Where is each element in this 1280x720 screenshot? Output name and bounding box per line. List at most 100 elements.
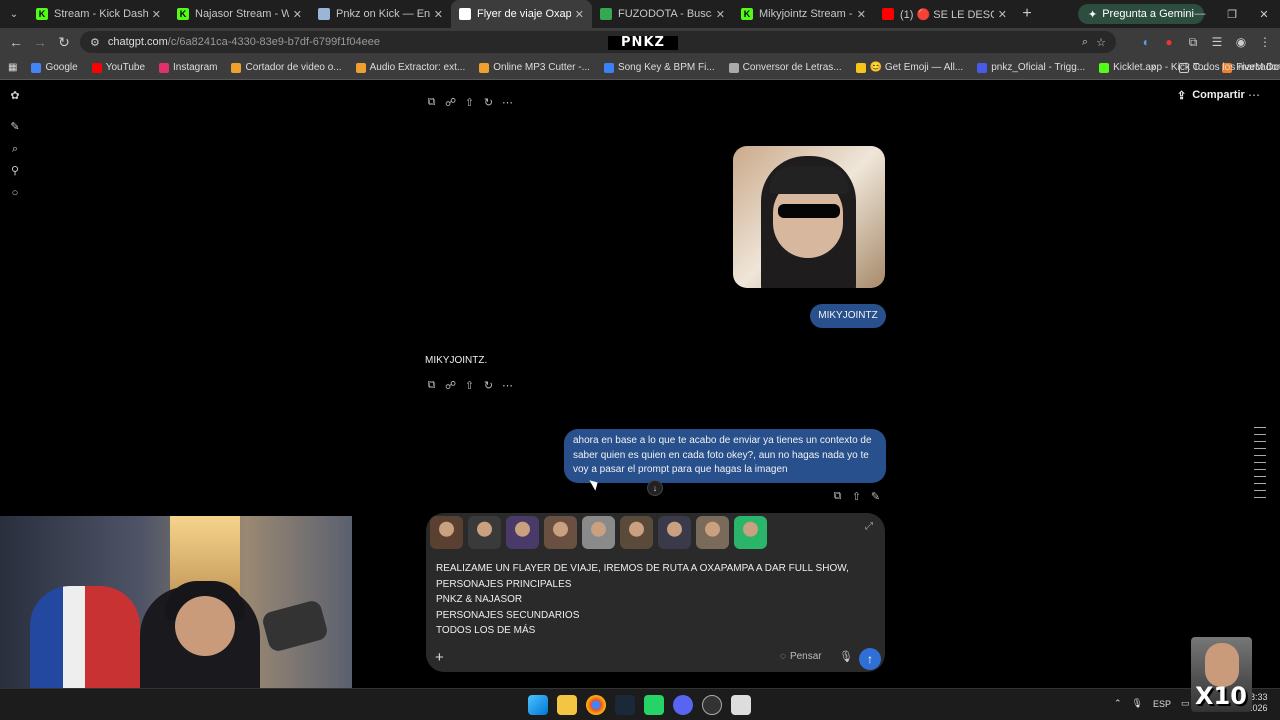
close-tab-icon[interactable]: ✕ [998, 8, 1007, 21]
app-icon[interactable] [731, 695, 751, 715]
browser-tab[interactable]: FUZODOTA - Buscar con G ✕ [592, 0, 733, 28]
bookmark[interactable]: Song Key & BPM Fi... [597, 62, 722, 73]
minimize-icon[interactable]: — [1184, 0, 1216, 28]
whatsapp-icon[interactable] [644, 695, 664, 715]
attachment-thumbnail[interactable] [468, 516, 501, 549]
copy-icon[interactable]: ⧉ [426, 96, 437, 109]
bookmark[interactable]: Google [24, 62, 84, 73]
microphone-tray-icon[interactable]: 🎙 [1132, 698, 1143, 709]
site-info-icon[interactable]: ⚙ [90, 36, 100, 49]
apps-grid-icon[interactable]: ▦ [0, 62, 24, 73]
steam-icon[interactable] [615, 695, 635, 715]
more-options-icon[interactable]: ⋯ [1248, 88, 1260, 102]
app-icon[interactable] [702, 695, 722, 715]
extension-icon[interactable]: ◖ [1136, 35, 1154, 49]
back-icon[interactable]: ← [4, 34, 28, 50]
attachment-thumbnail[interactable] [696, 516, 729, 549]
attachment-thumbnail[interactable] [582, 516, 615, 549]
uploaded-photo[interactable] [733, 146, 885, 288]
bookmark-label: Instagram [173, 62, 218, 73]
bookmark-star-icon[interactable]: ☆ [1096, 36, 1106, 49]
copy-icon[interactable]: ⧉ [832, 490, 843, 503]
feedback-icon[interactable]: ☍ [445, 379, 456, 392]
bookmark[interactable]: Audio Extractor: ext... [349, 62, 473, 73]
share-message-icon[interactable]: ⇧ [851, 490, 862, 503]
openai-logo-icon[interactable]: ✿ [9, 90, 21, 102]
attachment-thumbnail[interactable] [506, 516, 539, 549]
share-message-icon[interactable]: ⇧ [464, 379, 475, 392]
attachment-thumbnail[interactable] [658, 516, 691, 549]
add-attachment-icon[interactable]: + [435, 649, 444, 666]
expand-icon[interactable]: ⤢ [865, 521, 873, 532]
share-message-icon[interactable]: ⇧ [464, 96, 475, 109]
close-tab-icon[interactable]: ✕ [293, 8, 302, 21]
attachment-thumbnail[interactable] [544, 516, 577, 549]
new-tab-button[interactable]: + [1015, 5, 1039, 23]
all-bookmarks[interactable]: Todos los marcadores [1172, 62, 1280, 73]
edit-icon[interactable]: ✎ [870, 490, 881, 503]
restore-icon[interactable]: ❐ [1216, 0, 1248, 28]
scroll-down-icon[interactable]: ↓ [647, 480, 663, 496]
chrome-icon[interactable] [586, 695, 606, 715]
close-tab-icon[interactable]: ✕ [434, 8, 443, 21]
attachment-thumbnail[interactable] [734, 516, 767, 549]
bookmark-favicon-icon [855, 62, 866, 73]
network-icon[interactable]: ▭ [1181, 698, 1190, 709]
regenerate-icon[interactable]: ↻ [483, 379, 494, 392]
copy-icon[interactable]: ⧉ [426, 379, 437, 392]
pin-icon[interactable]: ⚲ [9, 165, 21, 177]
bookmark[interactable]: YouTube [85, 62, 152, 73]
browser-tab[interactable]: K Najasor Stream - Watch Li ✕ [169, 0, 310, 28]
bookmark[interactable]: 😊 Get Emoji — All... [849, 62, 971, 73]
discord-icon[interactable] [673, 695, 693, 715]
side-panel-icon[interactable]: ☰ [1208, 35, 1226, 49]
more-icon[interactable]: ⋯ [502, 379, 513, 392]
zoom-icon[interactable]: ⌕ [1082, 36, 1088, 49]
tab-search-chevron-icon[interactable]: ⌄ [0, 0, 28, 28]
browser-tab[interactable]: K Mikyjointz Stream - Watch ✕ [733, 0, 874, 28]
bookmark[interactable]: Cortador de video o... [224, 62, 348, 73]
bookmark[interactable]: Instagram [152, 62, 224, 73]
close-tab-icon[interactable]: ✕ [857, 8, 866, 21]
feedback-icon[interactable]: ☍ [445, 96, 456, 109]
bookmark-label: pnkz_Oficial - Trigg... [991, 62, 1086, 73]
menu-icon[interactable]: ⋮ [1256, 35, 1274, 49]
regenerate-icon[interactable]: ↻ [483, 96, 494, 109]
start-icon[interactable] [528, 695, 548, 715]
browser-tab[interactable]: Flyer de viaje Oxapampa ✕ [451, 0, 592, 28]
composer[interactable]: ⤢ REALIZAME UN FLAYER DE VIAJE, IREMOS D… [426, 513, 885, 672]
bookmark[interactable]: pnkz_Oficial - Trigg... [970, 62, 1092, 73]
more-bookmarks-icon[interactable]: » [1144, 62, 1164, 73]
browser-tab[interactable]: (1) 🔴 SE LE DESCONECTA ✕ [874, 0, 1015, 28]
send-button[interactable]: ↑ [859, 648, 881, 670]
extension-icon[interactable]: ● [1160, 35, 1178, 49]
think-button[interactable]: ◌ Pensar [780, 651, 822, 662]
more-icon[interactable]: ⋯ [502, 96, 513, 109]
reload-icon[interactable]: ↻ [52, 34, 76, 51]
bookmark[interactable]: Online MP3 Cutter -... [472, 62, 597, 73]
attachment-thumbnail[interactable] [430, 516, 463, 549]
language-indicator[interactable]: ESP [1153, 699, 1171, 709]
bookmark-favicon-icon [31, 62, 42, 73]
close-tab-icon[interactable]: ✕ [575, 8, 584, 21]
search-icon[interactable]: ⌕ [9, 143, 21, 155]
close-tab-icon[interactable]: ✕ [152, 8, 161, 21]
browser-tab[interactable]: Pnkz on Kick — Engageme ✕ [310, 0, 451, 28]
tab-favicon-icon: K [36, 8, 48, 20]
close-window-icon[interactable]: ✕ [1248, 0, 1280, 28]
address-bar[interactable]: ⚙ chatgpt.com/c/6a8241ca-4330-83e9-b7df-… [80, 31, 1116, 53]
chevron-up-icon[interactable]: ⌃ [1114, 698, 1122, 709]
attachment-thumbnail[interactable] [620, 516, 653, 549]
forward-icon[interactable]: → [28, 34, 52, 50]
chat-bubble-icon[interactable]: ○ [9, 187, 21, 199]
puzzle-icon[interactable]: ⧉ [1184, 35, 1202, 50]
prompt-input[interactable]: REALIZAME UN FLAYER DE VIAJE, IREMOS DE … [436, 561, 849, 639]
microphone-icon[interactable]: 🎙 [839, 650, 853, 663]
new-chat-icon[interactable]: ✎ [9, 121, 21, 133]
close-tab-icon[interactable]: ✕ [716, 8, 725, 21]
share-button[interactable]: ⇪ Compartir [1177, 89, 1245, 102]
bookmark[interactable]: Conversor de Letras... [722, 62, 849, 73]
profile-avatar[interactable]: ◉ [1232, 35, 1250, 49]
file-explorer-icon[interactable] [557, 695, 577, 715]
browser-tab[interactable]: K Stream - Kick Dashboard ✕ [28, 0, 169, 28]
